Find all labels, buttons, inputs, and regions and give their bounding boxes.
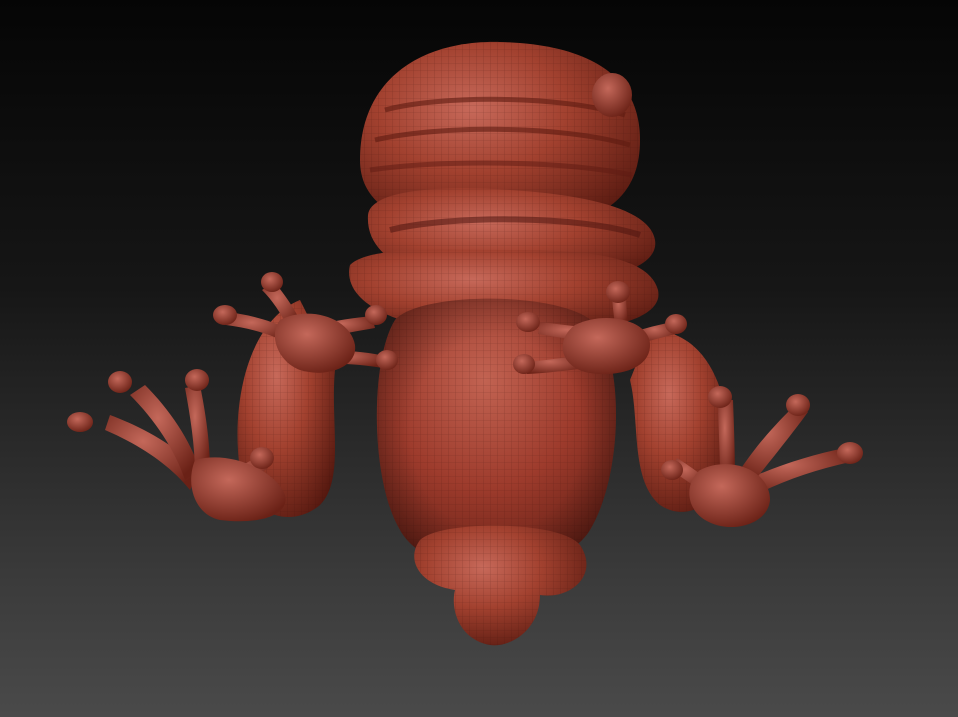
- frog-sculpt-render: [67, 41, 863, 646]
- 3d-viewport[interactable]: [0, 0, 958, 717]
- frog-lower-body: [414, 525, 587, 646]
